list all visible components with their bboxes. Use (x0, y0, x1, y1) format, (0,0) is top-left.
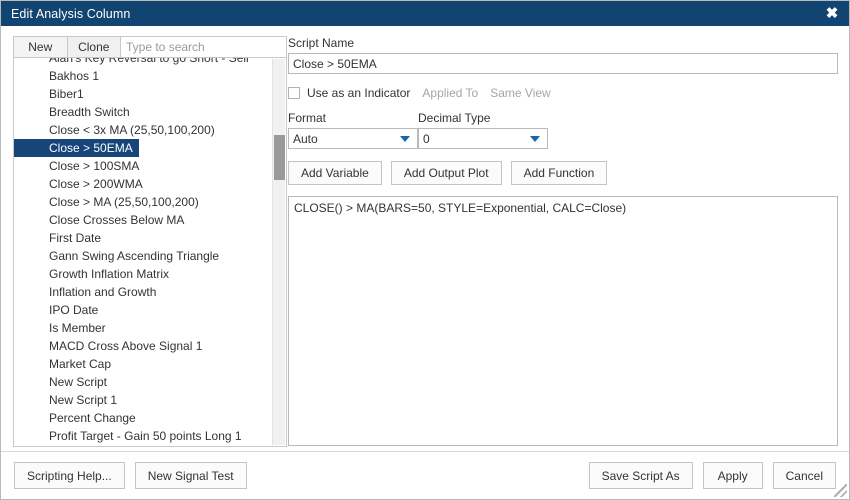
format-group: Format Auto (288, 111, 418, 149)
footer-right-buttons: Save Script As Apply Cancel (588, 462, 836, 489)
list-item[interactable]: Percent Change (14, 409, 272, 427)
tab-strip: New Clone (13, 36, 287, 58)
script-list-items: Alan's Key Reversal to go Short - Sell Ba… (14, 58, 272, 446)
list-item[interactable]: Biber1 (14, 85, 272, 103)
format-row: Format Auto Decimal Type 0 (288, 111, 838, 149)
list-item[interactable]: Close > 200WMA (14, 175, 272, 193)
format-select[interactable]: Auto (288, 128, 418, 149)
script-name-input[interactable] (288, 53, 838, 74)
decimal-type-select-value: 0 (423, 131, 430, 146)
script-list-scrollbar-thumb[interactable] (274, 135, 285, 180)
decimal-type-group: Decimal Type 0 (418, 111, 548, 149)
close-icon[interactable]: ✖ (815, 1, 849, 26)
decimal-type-select[interactable]: 0 (418, 128, 548, 149)
tab-clone[interactable]: Clone (66, 36, 120, 58)
list-item[interactable]: New Script (14, 373, 272, 391)
script-list-panel: New Clone Alan's Key Reversal to go Shor… (13, 36, 287, 447)
script-list-scrollbar-track[interactable] (272, 59, 285, 445)
new-signal-test-button[interactable]: New Signal Test (134, 462, 247, 489)
list-item[interactable]: Close > 50EMA (14, 139, 272, 157)
list-item[interactable]: MACD Cross Above Signal 1 (14, 337, 272, 355)
indicator-options-row: Use as an Indicator Applied To Same View (288, 86, 838, 100)
list-item[interactable]: Breadth Switch (14, 103, 272, 121)
format-select-value: Auto (293, 131, 318, 146)
add-function-button[interactable]: Add Function (510, 161, 608, 185)
footer-bar: Scripting Help... New Signal Test Save S… (1, 451, 849, 499)
list-item-label-selected[interactable]: Close > 50EMA (14, 139, 139, 157)
window-title: Edit Analysis Column (11, 6, 131, 21)
chevron-down-icon (400, 135, 410, 142)
dialog-body: New Clone Alan's Key Reversal to go Shor… (1, 26, 849, 499)
script-name-label: Script Name (288, 36, 355, 50)
script-action-buttons: Add Variable Add Output Plot Add Functio… (288, 161, 838, 185)
script-list[interactable]: Alan's Key Reversal to go Short - Sell Ba… (13, 58, 287, 447)
decimal-type-label: Decimal Type (418, 111, 491, 125)
list-item[interactable]: First Date (14, 229, 272, 247)
list-item[interactable]: IPO Date (14, 301, 272, 319)
use-as-indicator-label[interactable]: Use as an Indicator (307, 86, 410, 100)
script-text-editor[interactable]: CLOSE() > MA(BARS=50, STYLE=Exponential,… (288, 196, 838, 446)
script-editor-panel: Script Name Use as an Indicator Applied … (288, 36, 838, 447)
list-item[interactable]: Gann Swing Ascending Triangle (14, 247, 272, 265)
add-output-plot-button[interactable]: Add Output Plot (390, 161, 502, 185)
cancel-button[interactable]: Cancel (772, 462, 836, 489)
list-item[interactable]: New Script 1 (14, 391, 272, 409)
list-item[interactable]: Growth Inflation Matrix (14, 265, 272, 283)
title-bar: Edit Analysis Column ✖ (1, 1, 849, 26)
same-view-label: Same View (490, 86, 551, 100)
use-as-indicator-checkbox[interactable] (288, 87, 300, 99)
scripting-help-button[interactable]: Scripting Help... (14, 462, 125, 489)
list-item[interactable]: Close Crosses Below MA (14, 211, 272, 229)
footer-left-buttons: Scripting Help... New Signal Test (14, 462, 247, 489)
search-input[interactable] (120, 36, 287, 58)
resize-grip[interactable] (834, 484, 847, 497)
list-item[interactable]: Market Cap (14, 355, 272, 373)
edit-analysis-column-dialog: Edit Analysis Column ✖ New Clone Alan's … (0, 0, 850, 500)
list-item[interactable]: Is Member (14, 319, 272, 337)
list-item[interactable]: Alan's Key Reversal to go Short - Sell (14, 58, 272, 67)
save-script-as-button[interactable]: Save Script As (588, 462, 693, 489)
format-label: Format (288, 111, 327, 125)
tab-new[interactable]: New (13, 36, 67, 58)
list-item[interactable]: Inflation and Growth (14, 283, 272, 301)
list-item[interactable]: Close > MA (25,50,100,200) (14, 193, 272, 211)
applied-to-label: Applied To (422, 86, 479, 100)
list-item[interactable]: Bakhos 1 (14, 67, 272, 85)
list-item[interactable]: Close < 3x MA (25,50,100,200) (14, 121, 272, 139)
chevron-down-icon (530, 135, 540, 142)
list-item[interactable]: Profit Target - Gain 50 points Long 1 (14, 427, 272, 445)
add-variable-button[interactable]: Add Variable (288, 161, 382, 185)
apply-button[interactable]: Apply (702, 462, 763, 489)
list-item[interactable]: Close > 100SMA (14, 157, 272, 175)
